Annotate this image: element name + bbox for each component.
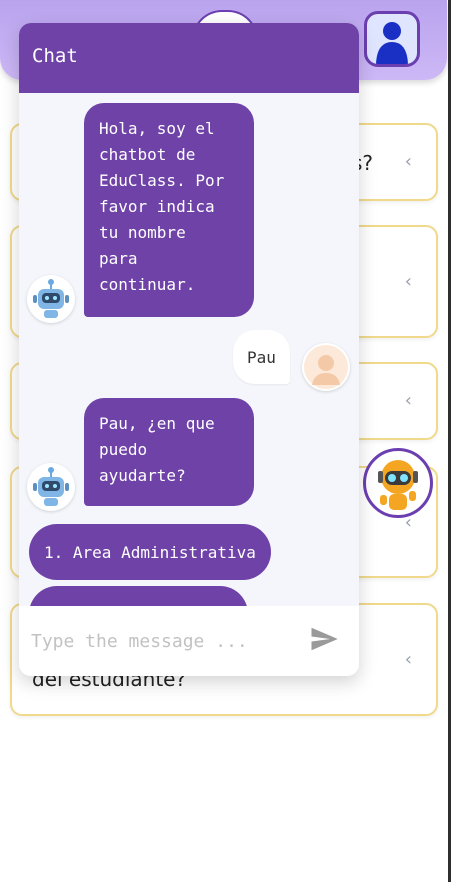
user-avatar (302, 343, 350, 391)
chevron-left-icon[interactable]: ‹ (405, 649, 412, 670)
message-input[interactable] (29, 620, 303, 662)
user-message: Pau (233, 330, 290, 384)
message-list[interactable]: Hola, soy el chatbot de EduClass. Por fa… (19, 93, 359, 606)
option-button-partial[interactable] (29, 586, 248, 606)
robot-icon (33, 467, 69, 506)
chat-window: Chat Hola, soy el chatbot de EduClass. P… (19, 23, 359, 676)
chat-title: Chat (32, 45, 78, 67)
option-button[interactable]: 1. Area Administrativa (29, 524, 271, 580)
bot-message: Pau, ¿en que puedo ayudarte? (84, 398, 254, 506)
send-button[interactable] (309, 624, 343, 658)
chat-header: Chat (19, 23, 359, 93)
chevron-left-icon[interactable]: ‹ (405, 151, 412, 172)
user-figure-icon (376, 22, 408, 64)
chevron-left-icon[interactable]: ‹ (405, 271, 412, 292)
chat-input-bar (19, 606, 359, 676)
bot-avatar (27, 463, 75, 511)
robot-mascot-icon (378, 460, 418, 510)
bot-avatar (27, 275, 75, 323)
chevron-left-icon[interactable]: ‹ (405, 390, 412, 411)
chatbot-launcher-button[interactable] (363, 448, 433, 518)
person-icon (304, 345, 348, 389)
robot-icon (33, 279, 69, 318)
send-icon (311, 627, 338, 651)
bot-message: Hola, soy el chatbot de EduClass. Por fa… (84, 103, 254, 317)
user-avatar-button[interactable] (364, 11, 420, 67)
